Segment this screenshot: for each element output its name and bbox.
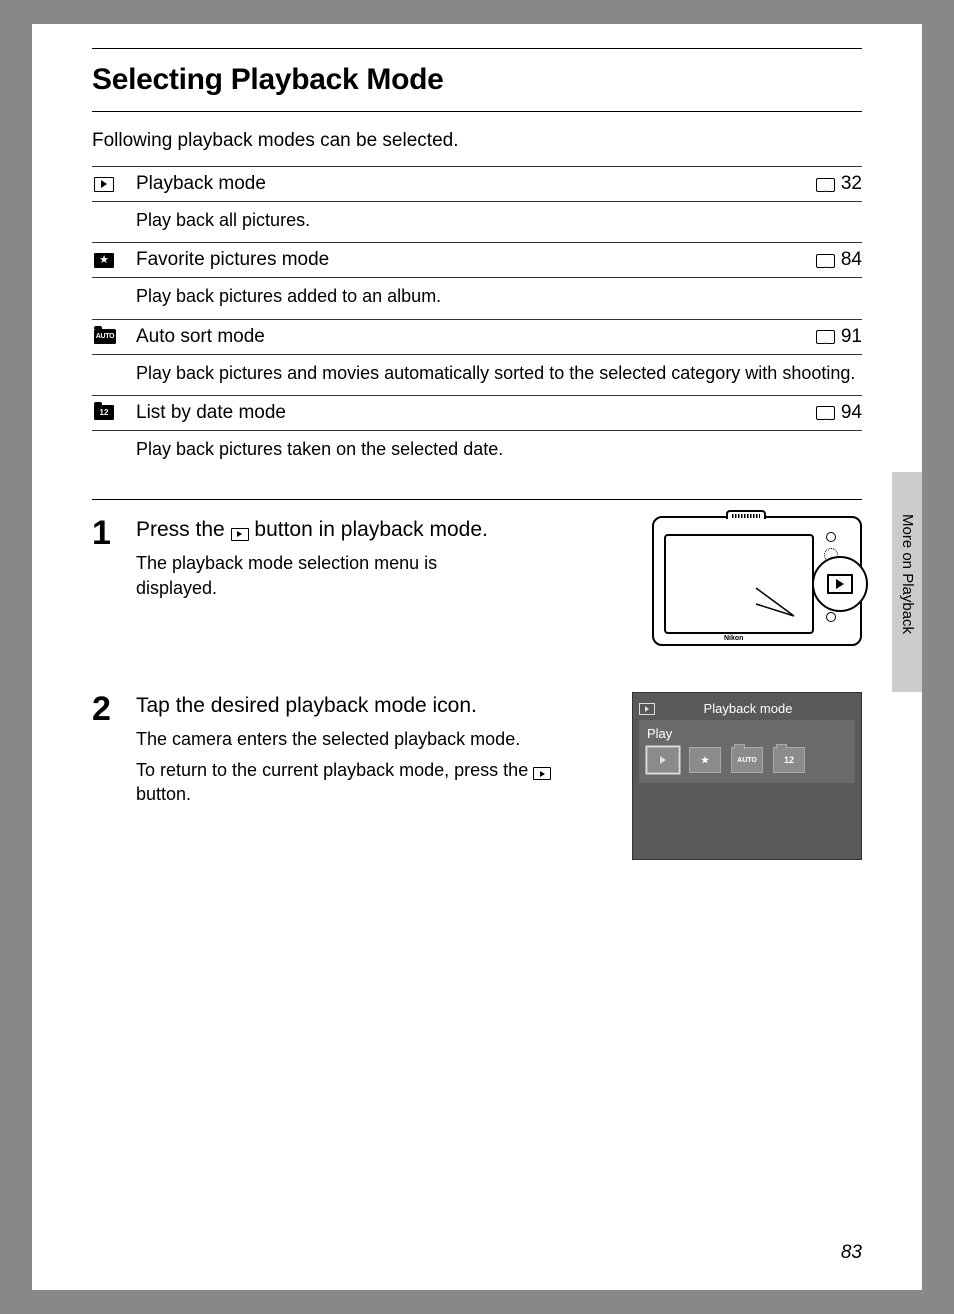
page-number-ref: 32 [841,173,862,195]
mode-description: Play back all pictures. [92,201,862,242]
step-2: 2 Tap the desired playback mode icon. Th… [92,666,862,860]
book-icon [815,329,837,344]
step-number: 2 [92,692,120,860]
mode-name: Playback mode [136,173,815,195]
page-number-ref: 84 [841,249,862,271]
play-icon [827,574,853,594]
step-title: Press the button in playback mode. [136,516,516,543]
camera-illustration: Nikon [532,516,862,666]
screen-body: Play ★ AUTO 12 [639,720,855,783]
camera-top-grip [726,510,766,519]
step-text: To return to the current playback mode, … [136,758,606,807]
page-number-ref: 91 [841,326,862,348]
page-title: Selecting Playback Mode [92,63,862,97]
step-title: Tap the desired playback mode icon. [136,692,606,719]
page-reference: 91 [815,326,862,348]
step-1: 1 Press the button in playback mode. The… [92,500,862,666]
screen-auto-icon[interactable]: AUTO [731,747,763,773]
step-title-part: Press the [136,518,231,541]
rule-top [92,48,862,49]
play-icon [639,703,655,715]
book-icon [815,177,837,192]
step-text-part: To return to the current playback mode, … [136,760,533,780]
camera-control [826,532,836,542]
screen-header-title: Playback mode [661,701,855,716]
screen-subtitle: Play [647,726,847,741]
mode-row: 12 List by date mode 94 [92,395,862,430]
camera-screen-mock: Playback mode Play ★ AUTO 12 [632,692,862,860]
camera-brand: Nikon [724,635,743,642]
screen-icon-row: ★ AUTO 12 [647,747,847,773]
screen-header: Playback mode [639,699,855,720]
favorite-icon: ★ [92,253,136,268]
intro-text: Following playback modes can be selected… [92,130,862,152]
date-icon: 12 [92,405,136,420]
play-icon [533,767,551,780]
mode-description: Play back pictures added to an album. [92,277,862,318]
step-body: Tap the desired playback mode icon. The … [136,692,606,860]
mode-name: Auto sort mode [136,326,815,348]
page-reference: 94 [815,402,862,424]
mode-row: AUTO Auto sort mode 91 [92,319,862,354]
page-number: 83 [841,1242,862,1264]
camera-control [826,612,836,622]
page-reference: 84 [815,249,862,271]
step-number: 1 [92,516,120,666]
screen-play-icon[interactable] [647,747,679,773]
book-icon [815,405,837,420]
screen-favorite-icon[interactable]: ★ [689,747,721,773]
step-text: The camera enters the selected playback … [136,727,606,751]
mode-name: Favorite pictures mode [136,249,815,271]
page-number-ref: 94 [841,402,862,424]
step-text: The playback mode selection menu is disp… [136,551,516,600]
screen-illustration: Playback mode Play ★ AUTO 12 [622,692,862,860]
step-body: Press the button in playback mode. The p… [136,516,516,666]
auto-sort-icon: AUTO [92,329,136,344]
step-title-part: button in playback mode. [254,518,487,541]
screen-date-icon[interactable]: 12 [773,747,805,773]
mode-row: Playback mode 32 [92,166,862,201]
mode-list: Playback mode 32 Play back all pictures.… [92,166,862,471]
mode-row: ★ Favorite pictures mode 84 [92,242,862,277]
mode-description: Play back pictures taken on the selected… [92,430,862,471]
mode-name: List by date mode [136,402,815,424]
step-text-part: button. [136,784,191,804]
book-icon [815,253,837,268]
play-icon [92,177,136,192]
content-area: Selecting Playback Mode Following playba… [32,24,922,860]
page: More on Playback Selecting Playback Mode… [32,24,922,1290]
rule-under-title [92,111,862,112]
callout-leader-line [754,586,814,626]
page-reference: 32 [815,173,862,195]
play-icon [231,528,249,541]
side-section-label: More on Playback [899,514,916,634]
play-button-callout [812,556,868,612]
mode-description: Play back pictures and movies automatica… [92,354,862,395]
